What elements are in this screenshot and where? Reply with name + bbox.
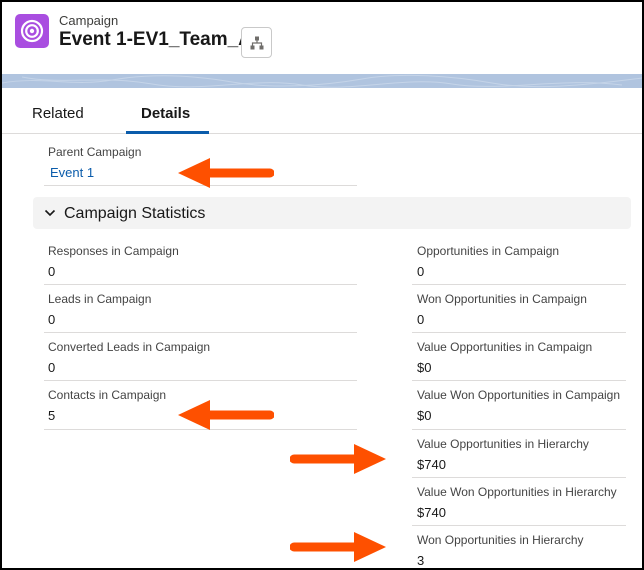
- field-divider: [412, 284, 626, 285]
- screenshot-frame: Campaign Event 1-EV1_Team_A Related Deta…: [0, 0, 644, 570]
- arrow-icon: [178, 400, 274, 430]
- record-tabs: Related Details: [2, 88, 642, 134]
- arrow-icon: [290, 444, 386, 474]
- hierarchy-icon: [250, 36, 264, 50]
- tab-details[interactable]: Details: [141, 105, 190, 122]
- active-tab-indicator: [126, 131, 209, 134]
- won-opportunities-in-hierarchy-value: 3: [417, 553, 425, 568]
- responses-in-campaign-value: 0: [48, 264, 56, 279]
- view-hierarchy-button[interactable]: [241, 27, 272, 58]
- contacts-in-campaign-value: 5: [48, 408, 56, 423]
- won-opportunities-in-campaign-value: 0: [417, 312, 425, 327]
- field-divider: [412, 525, 626, 526]
- parent-campaign-label: Parent Campaign: [48, 145, 142, 159]
- campaign-statistics-section-header[interactable]: Campaign Statistics: [33, 197, 631, 229]
- section-title: Campaign Statistics: [64, 205, 206, 222]
- responses-in-campaign-label: Responses in Campaign: [48, 244, 179, 258]
- arrow-icon: [178, 158, 274, 188]
- tab-related[interactable]: Related: [32, 105, 84, 122]
- chevron-down-icon: [44, 209, 56, 217]
- field-divider: [412, 332, 626, 333]
- parent-campaign-link[interactable]: Event 1: [50, 165, 94, 180]
- won-opportunities-in-hierarchy-label: Won Opportunities in Hierarchy: [417, 533, 584, 547]
- field-divider: [44, 380, 357, 381]
- record-title: Event 1-EV1_Team_A: [59, 29, 252, 50]
- value-opportunities-in-campaign-label: Value Opportunities in Campaign: [417, 340, 593, 354]
- opportunities-in-campaign-value: 0: [417, 264, 425, 279]
- value-won-opportunities-in-campaign-value: $0: [417, 408, 432, 423]
- opportunities-in-campaign-label: Opportunities in Campaign: [417, 244, 560, 258]
- record-header: Campaign Event 1-EV1_Team_A: [2, 2, 642, 74]
- value-won-opportunities-in-hierarchy-value: $740: [417, 505, 446, 520]
- won-opportunities-in-campaign-label: Won Opportunities in Campaign: [417, 292, 587, 306]
- header-decorative-band: [2, 74, 642, 88]
- value-won-opportunities-in-campaign-label: Value Won Opportunities in Campaign: [417, 388, 621, 402]
- field-divider: [412, 477, 626, 478]
- value-opportunities-in-campaign-value: $0: [417, 360, 432, 375]
- leads-in-campaign-value: 0: [48, 312, 56, 327]
- converted-leads-label: Converted Leads in Campaign: [48, 340, 211, 354]
- field-divider: [412, 380, 626, 381]
- contacts-in-campaign-label: Contacts in Campaign: [48, 388, 167, 402]
- value-opportunities-in-hierarchy-value: $740: [417, 457, 446, 472]
- value-opportunities-in-hierarchy-label: Value Opportunities in Hierarchy: [417, 437, 589, 451]
- field-divider: [412, 429, 626, 430]
- converted-leads-value: 0: [48, 360, 56, 375]
- campaign-target-icon: [15, 14, 49, 48]
- field-divider: [44, 332, 357, 333]
- leads-in-campaign-label: Leads in Campaign: [48, 292, 152, 306]
- arrow-icon: [290, 532, 386, 562]
- value-won-opportunities-in-hierarchy-label: Value Won Opportunities in Hierarchy: [417, 485, 617, 499]
- field-divider: [44, 284, 357, 285]
- object-type-label: Campaign: [59, 13, 119, 28]
